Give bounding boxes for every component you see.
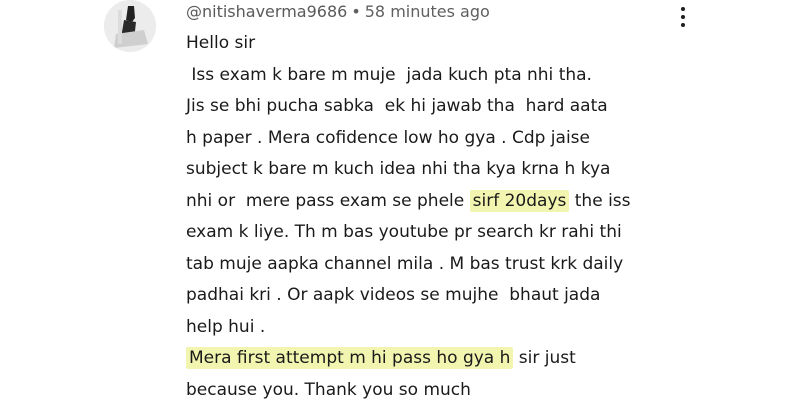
- comment-time: 58 minutes ago: [364, 2, 490, 21]
- comment-line: because you. Thank you so much: [186, 375, 666, 400]
- comment: @nitishaverma9686 • 58 minutes ago Hello s…: [0, 0, 800, 400]
- comment-line: Iss exam k bare m muje jada kuch pta nhi…: [186, 60, 666, 92]
- comment-line: nhi or mere pass exam se phele sirf 20da…: [186, 186, 666, 218]
- comment-line: exam k liye. Th m bas youtube pr search …: [186, 217, 666, 249]
- comment-text-segment: Hello sir: [186, 33, 256, 53]
- comment-line: h paper . Mera cofidence low ho gya . Cd…: [186, 123, 666, 155]
- avatar[interactable]: [104, 0, 156, 52]
- comment-text-segment: sir just: [513, 348, 576, 368]
- comment-line: padhai kri . Or aapk videos se mujhe bha…: [186, 280, 666, 312]
- comment-text-segment: Iss exam k bare m muje jada kuch pta nhi…: [186, 64, 592, 85]
- author-handle[interactable]: @nitishaverma9686: [186, 2, 347, 21]
- highlight-first-attempt: Mera first attempt m hi pass ho gya h: [186, 347, 514, 369]
- comment-text-segment: exam k liye. Th m bas youtube pr search …: [186, 222, 622, 242]
- comment-line: Hello sir: [186, 28, 666, 60]
- comment-text-segment: tab muje aapka channel mila . M bas trus…: [186, 253, 624, 274]
- highlight-sirf-20days: sirf 20days: [469, 189, 570, 212]
- avatar-image: [104, 0, 156, 52]
- comment-line: subject k bare m kuch idea nhi tha kya k…: [186, 154, 666, 186]
- comment-text-segment: nhi or mere pass exam se phele: [186, 190, 470, 211]
- comment-text-segment: Jis se bhi pucha sabka ek hi jawab tha h…: [186, 96, 608, 116]
- comment-line: help hui .: [186, 312, 666, 344]
- comment-line: Jis se bhi pucha sabka ek hi jawab tha h…: [186, 91, 666, 123]
- comment-text-segment: padhai kri . Or aapk videos se mujhe bha…: [186, 285, 601, 305]
- meta-separator: •: [351, 2, 361, 21]
- comment-line: Mera first attempt m hi pass ho gya h si…: [186, 343, 666, 375]
- comment-text-segment: help hui .: [186, 316, 266, 337]
- comment-line: tab muje aapka channel mila . M bas trus…: [186, 249, 666, 281]
- comment-meta: @nitishaverma9686 • 58 minutes ago: [186, 2, 490, 22]
- comment-text-segment: the iss: [569, 190, 631, 211]
- comment-text-segment: because you. Thank you so much: [186, 379, 471, 400]
- comment-text: Hello sir Iss exam k bare m muje jada ku…: [186, 28, 666, 400]
- comment-text-segment: subject k bare m kuch idea nhi tha kya k…: [186, 159, 611, 179]
- more-vert-icon[interactable]: [672, 4, 694, 30]
- comment-text-segment: h paper . Mera cofidence low ho gya . Cd…: [186, 127, 590, 148]
